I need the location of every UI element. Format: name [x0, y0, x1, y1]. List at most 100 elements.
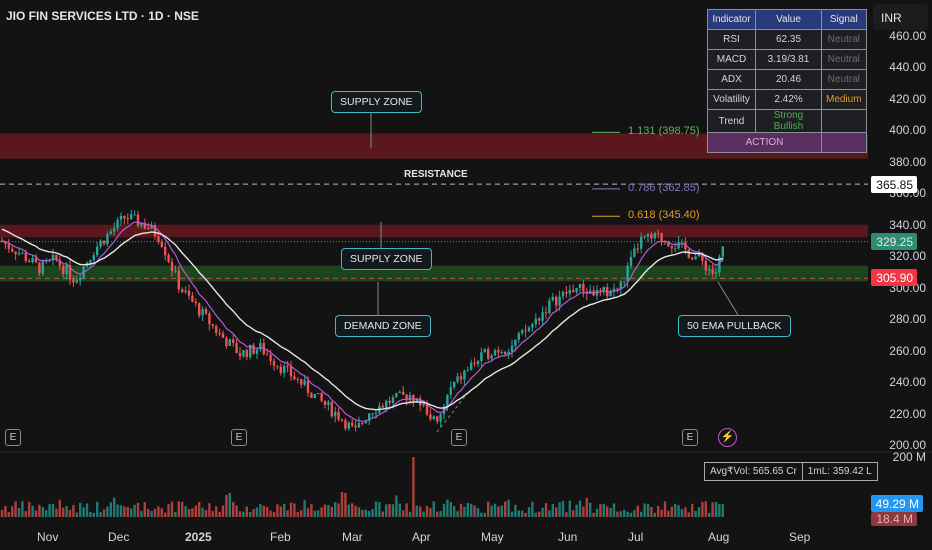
volume-bar — [228, 492, 231, 517]
volume-bar — [500, 505, 503, 517]
candle — [235, 342, 238, 353]
candle — [75, 280, 78, 283]
y-tick-label: 420.00 — [889, 91, 926, 106]
candle — [680, 241, 684, 243]
y-tick-label: 380.00 — [889, 154, 926, 169]
candle — [575, 287, 578, 293]
volume-bar — [395, 495, 398, 517]
volume-bar — [279, 506, 282, 517]
volume-bar — [82, 507, 85, 517]
volume-bar — [449, 501, 452, 517]
cell: ADX — [707, 69, 756, 90]
volume-bar — [439, 510, 442, 517]
volume-bar — [272, 512, 276, 517]
fib-0786-label: 0.786 (362.85) — [628, 182, 700, 194]
candle — [21, 252, 24, 254]
candle — [476, 361, 480, 365]
volume-bar — [578, 500, 582, 517]
x-tick-label: May — [481, 530, 504, 544]
y-tick-label: 340.00 — [889, 217, 926, 232]
candle — [578, 284, 582, 288]
volume-avg-tag: 18.4 M — [871, 512, 917, 526]
x-tick-label: Dec — [108, 530, 130, 544]
candle — [194, 301, 197, 304]
cell — [821, 109, 867, 133]
volume-bar — [320, 507, 323, 517]
volume-bar — [670, 506, 673, 517]
earnings-event-icon[interactable]: E — [682, 429, 698, 446]
candle — [7, 243, 10, 249]
volume-bar — [568, 500, 571, 517]
candle — [303, 380, 306, 385]
candle — [89, 259, 92, 263]
volume-bar — [483, 512, 486, 517]
volume-bar — [177, 501, 180, 517]
volume-bar — [323, 504, 327, 517]
candle — [708, 269, 711, 271]
demand-zone-label: DEMAND ZONE — [335, 315, 431, 337]
volume-bar — [296, 511, 299, 517]
candle — [660, 233, 663, 241]
candle — [306, 380, 310, 393]
volume-bar — [565, 512, 568, 517]
volume-bar — [252, 509, 255, 517]
volume-bar — [0, 510, 4, 517]
volume-bar — [650, 506, 653, 517]
candle — [266, 354, 269, 356]
volume-bar — [381, 511, 384, 517]
candle — [272, 360, 276, 366]
volume-bar — [113, 497, 116, 517]
candle — [170, 261, 174, 271]
volume-bar — [157, 506, 160, 517]
volume-bar — [306, 508, 310, 517]
x-tick-label: Sep — [789, 530, 811, 544]
candle — [456, 376, 459, 382]
volume-bar — [527, 507, 531, 517]
cell: Trend — [707, 109, 756, 133]
currency-selector[interactable]: INR — [873, 4, 928, 30]
volume-bar — [65, 505, 68, 517]
volume-bar — [456, 511, 459, 517]
candle — [551, 296, 554, 301]
earnings-event-icon[interactable]: E — [5, 429, 21, 446]
volume-bar — [643, 503, 646, 517]
candle — [119, 215, 123, 220]
volume-bar — [429, 508, 432, 517]
x-tick-label: Mar — [342, 530, 363, 544]
volume-bar — [531, 501, 534, 517]
volume-bar — [24, 511, 27, 517]
volume-bar — [62, 507, 65, 517]
demand-zone — [0, 265, 868, 282]
volume-bar — [674, 503, 677, 517]
volume-bar — [170, 501, 174, 517]
candle — [351, 422, 354, 426]
volume-bar — [459, 503, 463, 517]
candle — [279, 366, 282, 373]
volume-bar — [538, 511, 541, 517]
volume-bar — [303, 500, 306, 517]
candle — [204, 308, 208, 314]
candle — [11, 248, 14, 252]
candle — [548, 300, 551, 314]
volume-bar — [514, 504, 517, 517]
volume-bar — [72, 505, 75, 517]
lightning-icon[interactable]: ⚡ — [718, 428, 737, 447]
earnings-event-icon[interactable]: E — [451, 429, 467, 446]
candle — [388, 400, 391, 403]
volume-bar — [555, 507, 558, 517]
candle — [510, 345, 514, 352]
supply-zone — [0, 224, 868, 238]
candle — [650, 234, 653, 239]
candle — [14, 251, 17, 255]
volume-bar — [412, 457, 415, 517]
volume-bar — [357, 507, 361, 517]
candle — [449, 387, 452, 395]
volume-bar — [602, 504, 605, 517]
ema-price-tag: 305.90 — [871, 269, 917, 286]
x-tick-label: Jun — [558, 530, 578, 544]
volume-bar — [697, 507, 701, 517]
volume-bar — [623, 509, 626, 517]
volume-bar — [249, 512, 252, 517]
earnings-event-icon[interactable]: E — [231, 429, 247, 446]
volume-bar — [289, 502, 293, 517]
